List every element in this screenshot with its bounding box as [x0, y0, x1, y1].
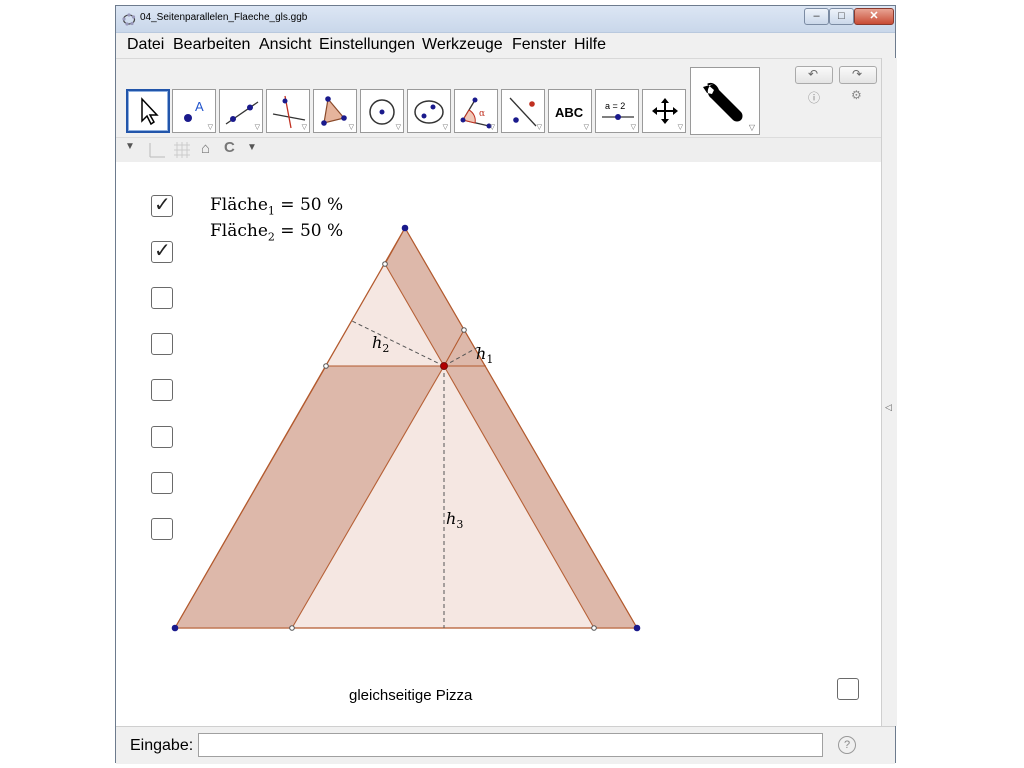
side-point-4: [289, 625, 295, 631]
point-capture-icon[interactable]: C: [224, 139, 235, 156]
chevron-left-icon[interactable]: ◁: [885, 402, 892, 413]
checkbox-5[interactable]: [151, 379, 173, 401]
svg-text:a = 2: a = 2: [605, 101, 625, 111]
slider-tool[interactable]: a = 2 ▽: [595, 89, 639, 133]
title-bar: 04_Seitenparallelen_Flaeche_gls.ggb – □ …: [116, 6, 895, 33]
svg-text:ABC: ABC: [555, 105, 584, 120]
ellipse-tool[interactable]: ▽: [407, 89, 451, 133]
checkbox-4[interactable]: [151, 333, 173, 355]
geogebra-app-icon: [122, 13, 136, 26]
minimize-button[interactable]: –: [804, 8, 829, 25]
geometry-canvas: h2 h1 h3: [171, 224, 641, 632]
style-bar: ▼ ⌂ C ▼: [116, 137, 881, 163]
inner-point: [440, 362, 448, 370]
circle-tool[interactable]: ▽: [360, 89, 404, 133]
label-h1: h1: [476, 344, 493, 366]
line-tool[interactable]: ▽: [219, 89, 263, 133]
checkbox-3[interactable]: [151, 287, 173, 309]
undo-icon: ↶: [808, 67, 819, 81]
checkbox-7[interactable]: [151, 472, 173, 494]
close-button[interactable]: ✕: [854, 8, 894, 25]
menu-einstellungen[interactable]: Einstellungen: [319, 36, 415, 54]
arrow-pointer-icon: [141, 97, 159, 126]
svg-text:α: α: [479, 109, 485, 119]
chevron-down-icon[interactable]: ▼: [247, 142, 257, 153]
checkbox-6[interactable]: [151, 426, 173, 448]
vertex-right: [633, 624, 641, 632]
minimize-icon: –: [813, 10, 820, 22]
graphics-view[interactable]: h2 h1 h3 ✓ ✓ Fläche1 = 50 % Fläche2 = 50…: [116, 162, 881, 726]
menu-ansicht[interactable]: Ansicht: [259, 36, 311, 54]
vertex-left: [171, 624, 179, 632]
maximize-icon: □: [838, 10, 845, 22]
checkmark-icon: ✓: [154, 240, 171, 262]
flaeche-1-text: Fläche1 = 50 %: [210, 195, 344, 218]
move-view-tool[interactable]: ▽: [642, 89, 686, 133]
close-icon: ✕: [869, 10, 879, 22]
checkbox-bottom-right[interactable]: [837, 678, 859, 700]
input-bar: Eingabe: ?: [116, 726, 895, 764]
menu-bar: Datei Bearbeiten Ansicht Einstellungen W…: [116, 33, 895, 57]
side-panel-strip[interactable]: ◁: [881, 58, 897, 726]
input-field[interactable]: [198, 733, 823, 757]
side-point-3: [323, 363, 329, 369]
menu-hilfe[interactable]: Hilfe: [574, 36, 606, 54]
side-point-5: [591, 625, 597, 631]
polygon-tool[interactable]: ▽: [313, 89, 357, 133]
menu-datei[interactable]: Datei: [127, 36, 164, 54]
checkmark-icon: ✓: [154, 194, 171, 216]
undo-button[interactable]: ↶: [795, 66, 833, 84]
maximize-button[interactable]: □: [829, 8, 854, 25]
side-point-2: [461, 327, 467, 333]
gear-icon[interactable]: ⚙: [851, 88, 862, 102]
grid-icon[interactable]: [172, 141, 192, 159]
menu-werkzeuge[interactable]: Werkzeuge: [422, 36, 503, 54]
perpendicular-tool[interactable]: ▽: [266, 89, 310, 133]
redo-icon: ↷: [852, 67, 863, 81]
caption-text: gleichseitige Pizza: [349, 687, 473, 704]
side-point-1: [382, 261, 388, 267]
redo-button[interactable]: ↷: [839, 66, 877, 84]
input-label: Eingabe:: [130, 737, 194, 754]
svg-text:A: A: [195, 99, 204, 114]
style-bar-toggle-icon[interactable]: ▼: [125, 141, 135, 152]
checkbox-1[interactable]: ✓: [151, 194, 173, 217]
toolbar: A ▽ ▽ ▽ ▽ ▽ ▽ α ▽ ▽ ABC ▽ a = 2 ▽ ▽ ▽ ↶ …: [116, 58, 881, 137]
angle-tool[interactable]: α ▽: [454, 89, 498, 133]
window-title: 04_Seitenparallelen_Flaeche_gls.ggb: [140, 12, 308, 23]
help-icon[interactable]: ⓘ: [808, 89, 820, 106]
geogebra-window: 04_Seitenparallelen_Flaeche_gls.ggb – □ …: [115, 5, 897, 764]
flaeche-2-text: Fläche2 = 50 %: [210, 221, 344, 244]
menu-fenster[interactable]: Fenster: [512, 36, 566, 54]
settings-tool[interactable]: ▽: [690, 67, 760, 135]
menu-bearbeiten[interactable]: Bearbeiten: [173, 36, 250, 54]
reflect-tool[interactable]: ▽: [501, 89, 545, 133]
checkbox-8[interactable]: [151, 518, 173, 540]
point-tool[interactable]: A ▽: [172, 89, 216, 133]
text-tool[interactable]: ABC ▽: [548, 89, 592, 133]
checkbox-2[interactable]: ✓: [151, 240, 173, 263]
input-help-icon[interactable]: ?: [838, 736, 856, 754]
axes-icon[interactable]: [146, 141, 166, 159]
move-tool[interactable]: [126, 89, 170, 133]
vertex-top: [401, 224, 409, 232]
home-icon[interactable]: ⌂: [201, 140, 210, 157]
